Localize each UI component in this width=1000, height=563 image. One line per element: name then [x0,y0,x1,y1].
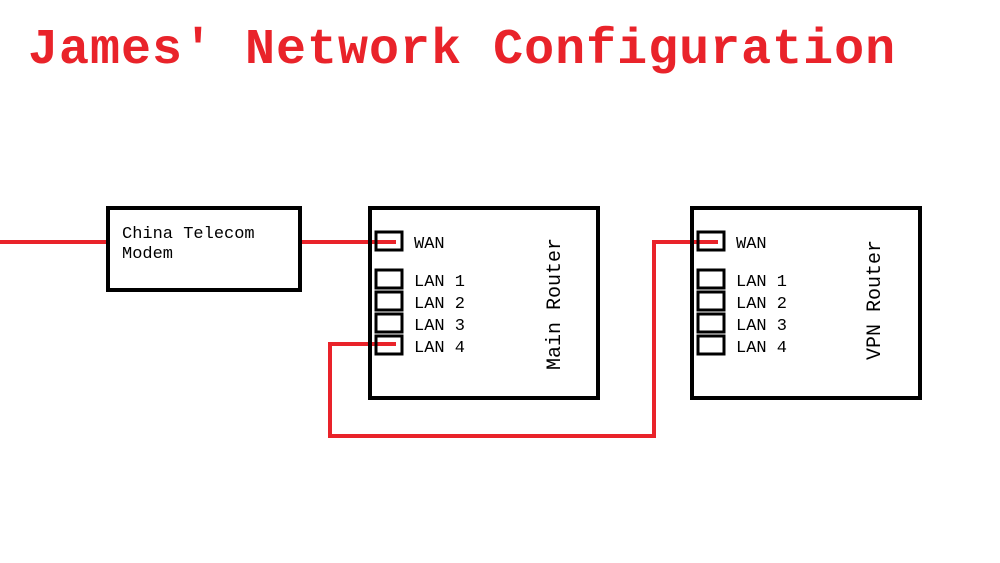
vpn-router-port-label-4: LAN 4 [736,339,787,358]
main-router-port-lan1 [376,270,402,288]
main-router-port-lan2 [376,292,402,310]
diagram-canvas: China Telecom Modem WAN LAN 1 LAN 2 LAN … [0,0,1000,563]
main-router-port-label-3: LAN 3 [414,317,465,336]
vpn-router-port-label-2: LAN 2 [736,295,787,314]
modem-label-line2: Modem [122,245,173,264]
main-router-title: Main Router [544,238,567,370]
main-router-port-label-2: LAN 2 [414,295,465,314]
vpn-router-port-lan3 [698,314,724,332]
vpn-router-port-label-1: LAN 1 [736,273,787,292]
vpn-router-port-lan1 [698,270,724,288]
vpn-router-port-lan4 [698,336,724,354]
main-router-port-label-4: LAN 4 [414,339,465,358]
modem-label-line1: China Telecom [122,225,255,244]
vpn-router-port-label-3: LAN 3 [736,317,787,336]
main-router-port-lan3 [376,314,402,332]
main-router-port-label-1: LAN 1 [414,273,465,292]
vpn-router-port-label-0: WAN [736,235,767,254]
main-router-port-label-0: WAN [414,235,445,254]
vpn-router-title: VPN Router [864,240,887,360]
vpn-router-port-lan2 [698,292,724,310]
